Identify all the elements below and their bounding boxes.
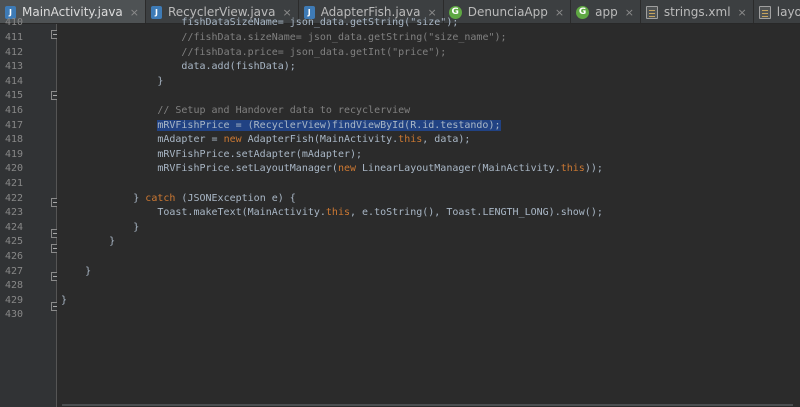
line-number: 412 [4, 46, 23, 58]
code-text: } [61, 294, 68, 306]
code-text: )); [584, 163, 603, 175]
line-number: 417 [4, 119, 23, 131]
editor-gutter: 410 411 412 413 414 415 416 417 418 419 420 421 422 4… [0, 17, 60, 407]
code-text: // Setup and Handover data to recyclervi… [157, 105, 411, 116]
code-keyword: this [560, 163, 585, 175]
code-line: Toast.makeText(MainActivity.this, e.toSt… [61, 206, 603, 221]
code-line: mRVFishPrice.setAdapter(mAdapter); [61, 148, 362, 163]
horizontal-scrollbar[interactable] [57, 403, 800, 407]
code-line: mRVFishPrice.setLayoutManager(new Linear… [61, 162, 603, 177]
tab-activity-main-xml[interactable]: layout\activity_main.xml × [754, 0, 800, 23]
code-text: } [157, 75, 164, 87]
code-line: //fishData.sizeName= json_data.getString… [61, 31, 507, 46]
tab-label: DenunciaApp [467, 5, 548, 19]
line-number: 415 [4, 90, 23, 102]
code-editor[interactable]: fishDataSizeName= json_data.getString("s… [57, 17, 800, 407]
line-number: 414 [4, 75, 23, 87]
tab-denunciaapp[interactable]: G DenunciaApp × [444, 0, 572, 23]
tab-label: app [595, 5, 618, 19]
line-number: 430 [4, 309, 23, 321]
line-number: 425 [4, 236, 23, 248]
code-text: mRVFishPrice.setAdapter(mAdapter); [157, 148, 363, 160]
code-text: //fishData.sizeName= json_data.getString… [181, 32, 507, 43]
line-number: 424 [4, 221, 23, 233]
code-line: } [61, 75, 163, 90]
code-text: Toast.makeText(MainActivity. [157, 207, 326, 219]
code-text: , e.toString(), Toast.LENGTH_LONG).show(… [350, 207, 603, 219]
line-number: 421 [4, 178, 23, 189]
code-line: //fishData.price= json_data.getInt("pric… [61, 46, 446, 61]
code-line: mAdapter = new AdapterFish(MainActivity.… [61, 133, 470, 148]
xml-file-icon [758, 5, 771, 19]
code-keyword: new [223, 134, 242, 146]
line-number: 418 [4, 134, 23, 146]
line-number: 410 [4, 17, 23, 29]
xml-file-icon [645, 5, 658, 19]
line-number: 420 [4, 163, 23, 175]
code-text: //fishData.price= json_data.getInt("pric… [181, 46, 447, 58]
code-text: fishDataSizeName= json_data.getString("s… [181, 17, 459, 29]
code-text: LinearLayoutManager(MainActivity. [356, 163, 561, 175]
code-keyword: new [337, 163, 357, 175]
line-number: 419 [4, 148, 23, 160]
tab-app[interactable]: G app × [571, 0, 641, 23]
line-number: 422 [4, 192, 23, 204]
code-keyword: catch [145, 192, 176, 204]
code-text: AdapterFish(MainActivity. [241, 134, 399, 146]
line-number: 413 [4, 61, 23, 73]
code-text: data.add(fishData); [181, 61, 296, 73]
scrollbar-thumb[interactable] [62, 404, 793, 406]
line-number: 427 [4, 265, 23, 277]
close-icon[interactable]: × [625, 6, 634, 19]
line-number: 426 [4, 251, 23, 262]
line-number: 428 [4, 280, 23, 292]
code-keyword: this [398, 134, 423, 146]
line-number: 429 [4, 294, 23, 306]
tab-strings-xml[interactable]: strings.xml × [641, 0, 754, 23]
code-text: } [85, 265, 92, 277]
code-line: } [61, 235, 115, 250]
code-line: } [61, 294, 67, 309]
code-line: mRVFishPrice = (RecyclerView)findViewByI… [61, 119, 501, 134]
code-line: } catch (JSONException e) { [61, 192, 296, 207]
code-line: fishDataSizeName= json_data.getString("s… [61, 16, 458, 31]
close-icon[interactable]: × [555, 6, 564, 19]
code-text: mRVFishPrice.setLayoutManager( [157, 163, 338, 175]
code-text: } [133, 192, 146, 204]
code-keyword: this [325, 207, 350, 219]
code-line: } [61, 265, 91, 280]
code-line: } [61, 221, 139, 236]
tab-label: layout\activity_main.xml [776, 5, 800, 19]
code-text: mRVFishPrice = (RecyclerView)findViewByI… [157, 119, 501, 131]
tab-label: strings.xml [663, 5, 731, 19]
line-number: 411 [4, 32, 23, 43]
close-icon[interactable]: × [738, 6, 747, 19]
code-text: } [133, 221, 140, 233]
line-number: 416 [4, 105, 23, 116]
code-text: mAdapter = [157, 134, 224, 146]
code-line: // Setup and Handover data to recyclervi… [61, 104, 410, 119]
code-text: (JSONException e) { [175, 192, 296, 204]
code-text: , data); [422, 134, 471, 146]
code-line: data.add(fishData); [61, 60, 296, 75]
gradle-icon: G [576, 5, 590, 19]
code-text: } [109, 236, 116, 248]
line-number: 423 [4, 207, 23, 219]
